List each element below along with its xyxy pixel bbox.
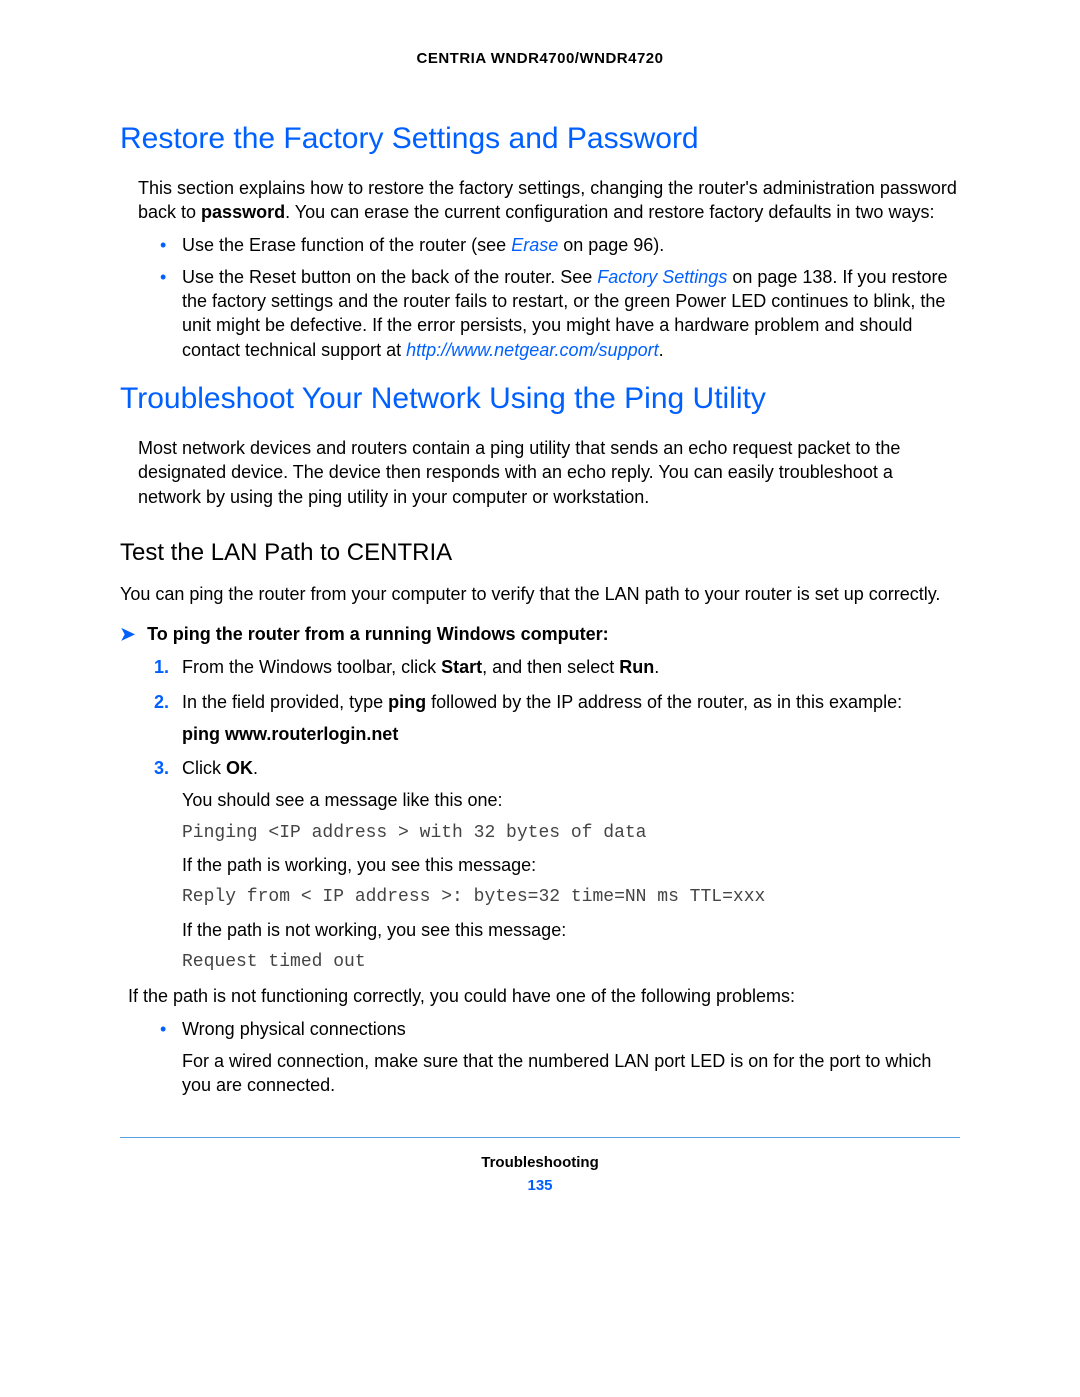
footer: Troubleshooting 135 [120,1137,960,1194]
text: Use the Reset button on the back of the … [182,267,597,287]
text: on page 96). [558,235,664,255]
text: Use the Erase function of the router (se… [182,235,511,255]
text: . [654,657,659,677]
step-1: From the Windows toolbar, click Start, a… [160,655,960,679]
footer-section-name: Troubleshooting [120,1154,960,1171]
text-bold-run: Run [619,657,654,677]
restore-intro: This section explains how to restore the… [138,176,960,225]
code-output-timeout: Request timed out [182,950,960,974]
procedure-heading: ➤ To ping the router from a running Wind… [120,624,960,645]
text: , and then select [482,657,619,677]
text-bold-password: password [201,202,285,222]
problem-desc: For a wired connection, make sure that t… [182,1049,960,1098]
text: In the field provided, type [182,692,388,712]
procedure-title: To ping the router from a running Window… [147,624,608,645]
step-3: Click OK. You should see a message like … [160,756,960,974]
problem-head: Wrong physical connections [182,1019,406,1039]
ping-intro: Most network devices and routers contain… [138,436,960,509]
text: You should see a message like this one: [182,788,960,812]
text: followed by the IP address of the router… [426,692,902,712]
lan-intro: You can ping the router from your comput… [120,582,960,606]
text: From the Windows toolbar, click [182,657,441,677]
text: . [253,758,258,778]
text-bold-ping: ping [388,692,426,712]
document-page: CENTRIA WNDR4700/WNDR4720 Restore the Fa… [0,0,1080,1397]
link-factory-settings[interactable]: Factory Settings [597,267,727,287]
link-support-url[interactable]: http://www.netgear.com/support [406,340,658,360]
text: If the path is not working, you see this… [182,918,960,942]
heading-troubleshoot-ping: Troubleshoot Your Network Using the Ping… [120,382,960,416]
problems-list: Wrong physical connections For a wired c… [120,1017,960,1098]
heading-test-lan-path: Test the LAN Path to CENTRIA [120,539,960,567]
text: . You can erase the current configuratio… [285,202,934,222]
text-bold-ok: OK [226,758,253,778]
link-erase[interactable]: Erase [511,235,558,255]
list-item: Use the Reset button on the back of the … [160,265,960,362]
text-bold-start: Start [441,657,482,677]
step-2: In the field provided, type ping followe… [160,690,960,747]
problems-intro: If the path is not functioning correctly… [128,984,960,1008]
page-number: 135 [120,1177,960,1194]
list-item: Wrong physical connections For a wired c… [160,1017,960,1098]
ping-command: ping www.routerlogin.net [182,722,960,746]
text: . [659,340,664,360]
code-output-pinging: Pinging <IP address > with 32 bytes of d… [182,821,960,845]
text: If the path is working, you see this mes… [182,853,960,877]
document-header: CENTRIA WNDR4700/WNDR4720 [120,50,960,67]
triangle-icon: ➤ [120,624,135,645]
text: Click [182,758,226,778]
heading-restore-factory: Restore the Factory Settings and Passwor… [120,122,960,156]
code-output-reply: Reply from < IP address >: bytes=32 time… [182,885,960,909]
restore-bullet-list: Use the Erase function of the router (se… [120,233,960,362]
procedure-steps: From the Windows toolbar, click Start, a… [120,655,960,974]
list-item: Use the Erase function of the router (se… [160,233,960,257]
